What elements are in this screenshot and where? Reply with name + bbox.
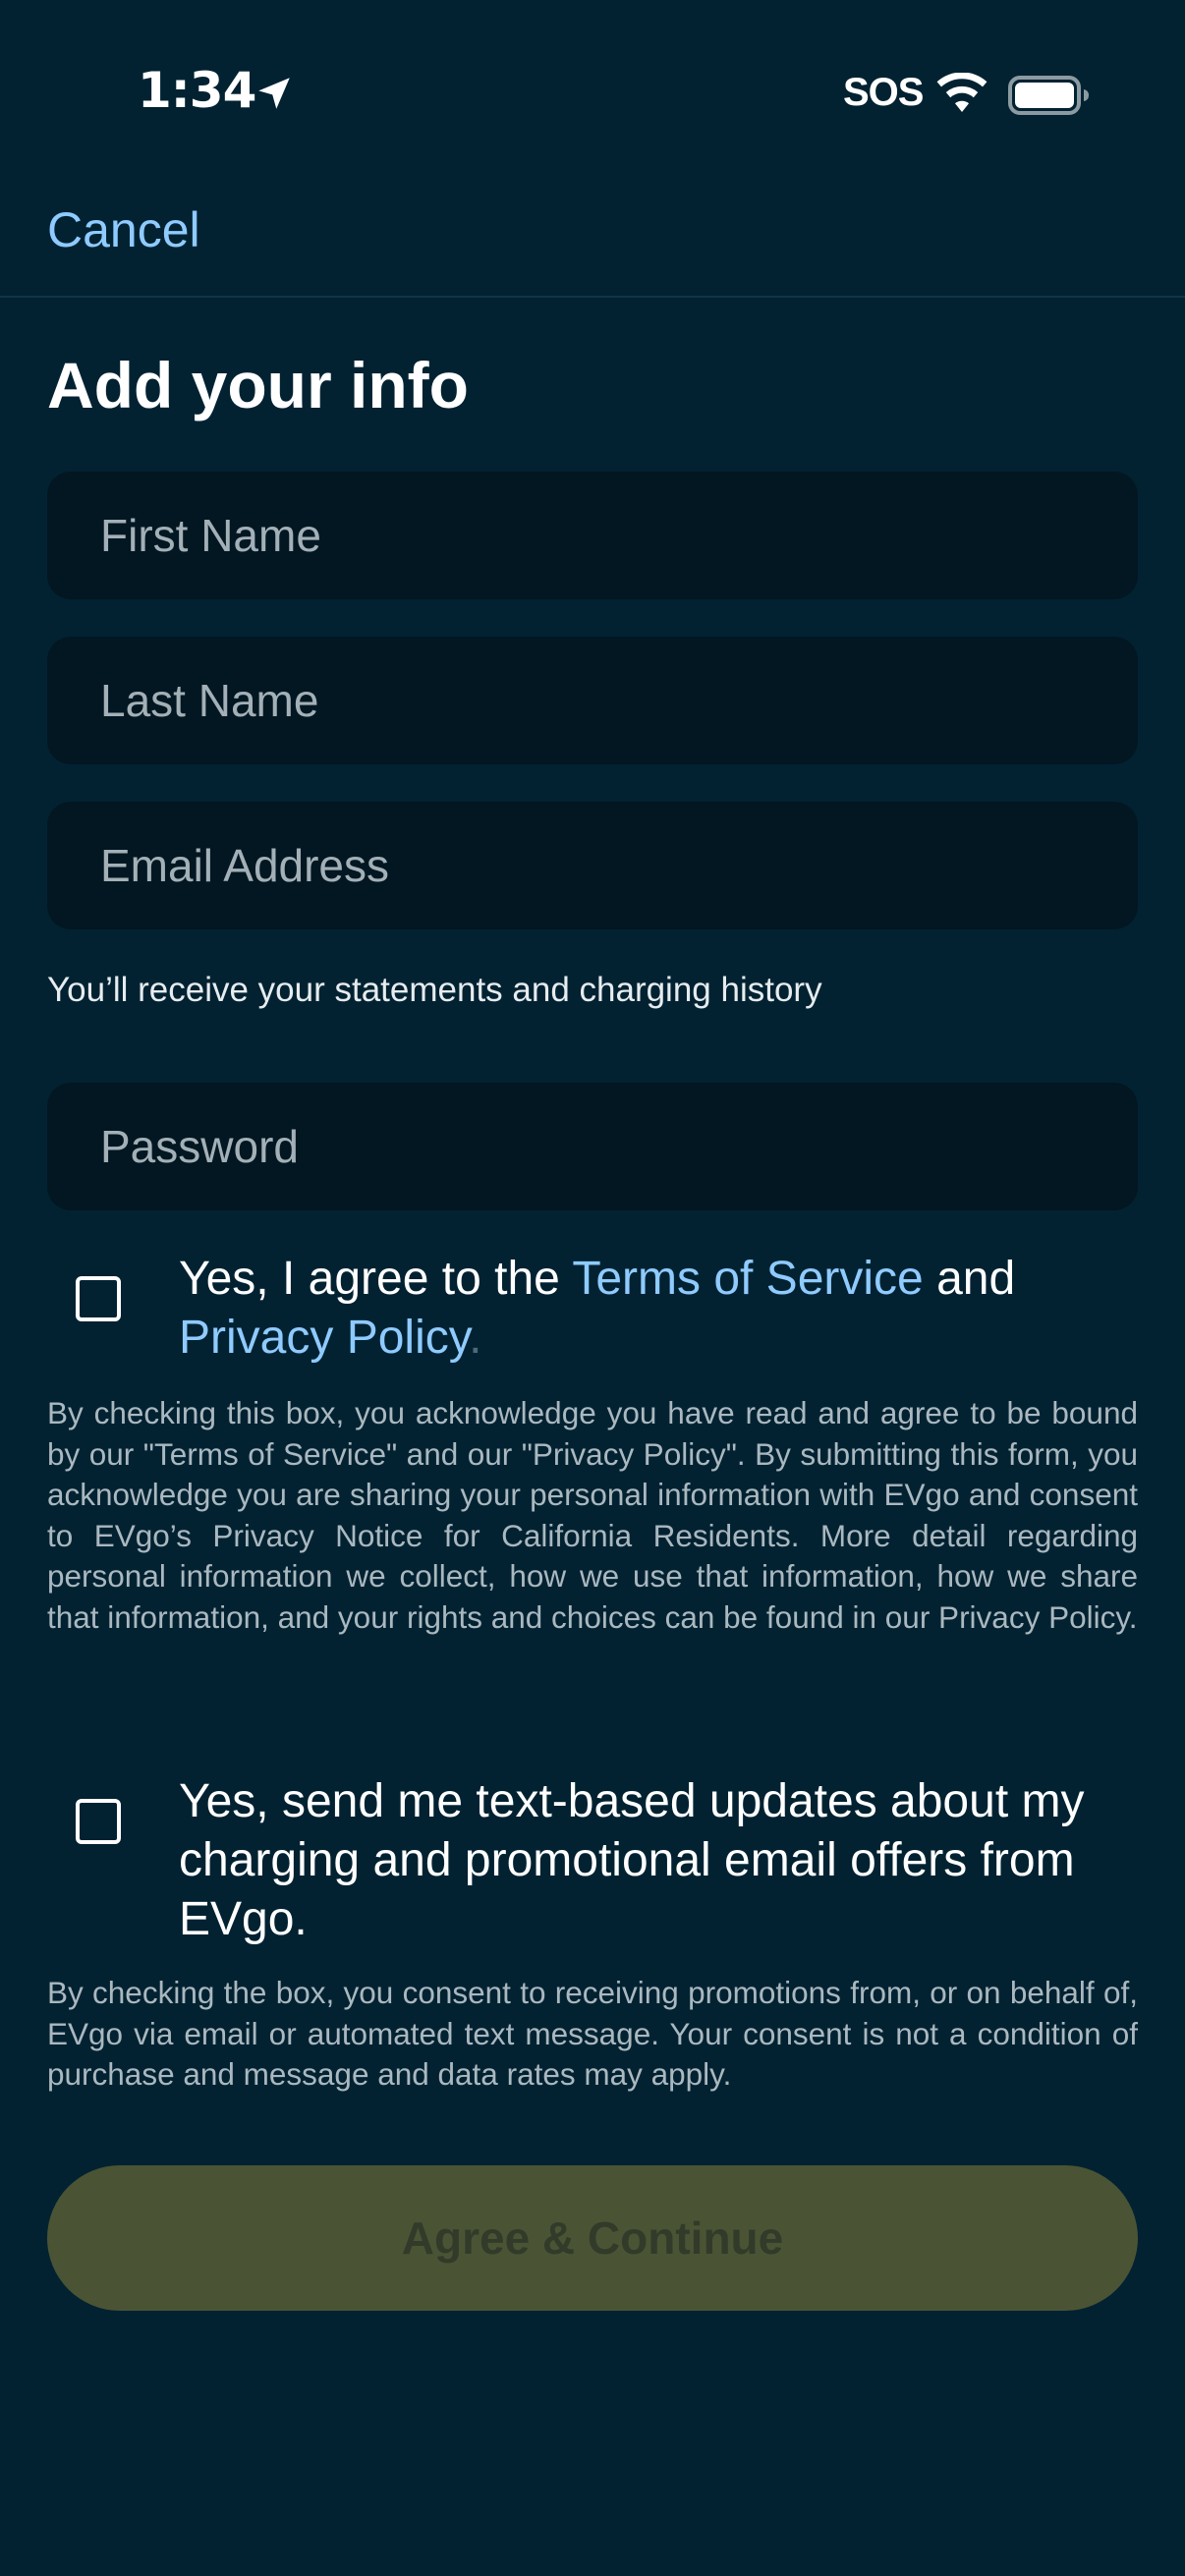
- agree-continue-button[interactable]: Agree & Continue: [47, 2165, 1138, 2311]
- terms-fine-print: By checking this box, you acknowledge yo…: [47, 1395, 1138, 1635]
- marketing-checkbox[interactable]: [76, 1799, 121, 1844]
- wifi-icon: [936, 73, 988, 112]
- terms-text-middle: and: [923, 1253, 1016, 1305]
- terms-text-suffix: .: [469, 1312, 482, 1364]
- email-field[interactable]: [47, 802, 1138, 929]
- first-name-input[interactable]: [47, 472, 1138, 599]
- password-field[interactable]: [47, 1083, 1138, 1210]
- cancel-button[interactable]: Cancel: [47, 198, 200, 261]
- terms-checkbox[interactable]: [76, 1276, 121, 1321]
- last-name-input[interactable]: [47, 637, 1138, 764]
- terms-text-prefix: Yes, I agree to the: [179, 1253, 573, 1305]
- sos-indicator: SOS: [843, 71, 924, 114]
- terms-of-service-link[interactable]: Terms of Service: [572, 1253, 923, 1305]
- header-divider: [0, 296, 1185, 298]
- status-time: 1:34: [138, 62, 256, 119]
- password-input[interactable]: [47, 1083, 1138, 1210]
- last-name-field[interactable]: [47, 637, 1138, 764]
- marketing-fine-print: By checking the box, you consent to rece…: [47, 1975, 1138, 2092]
- marketing-consent-label: Yes, send me text-based updates about my…: [179, 1775, 1085, 1945]
- battery-icon: [1008, 76, 1089, 115]
- privacy-policy-link[interactable]: Privacy Policy: [179, 1312, 469, 1364]
- page-title: Add your info: [47, 349, 469, 421]
- email-hint: You’ll receive your statements and charg…: [47, 971, 822, 1009]
- email-input[interactable]: [47, 802, 1138, 929]
- first-name-field[interactable]: [47, 472, 1138, 599]
- location-arrow-icon: [258, 78, 290, 109]
- terms-consent-label: Yes, I agree to the Terms of Service and…: [179, 1250, 1122, 1368]
